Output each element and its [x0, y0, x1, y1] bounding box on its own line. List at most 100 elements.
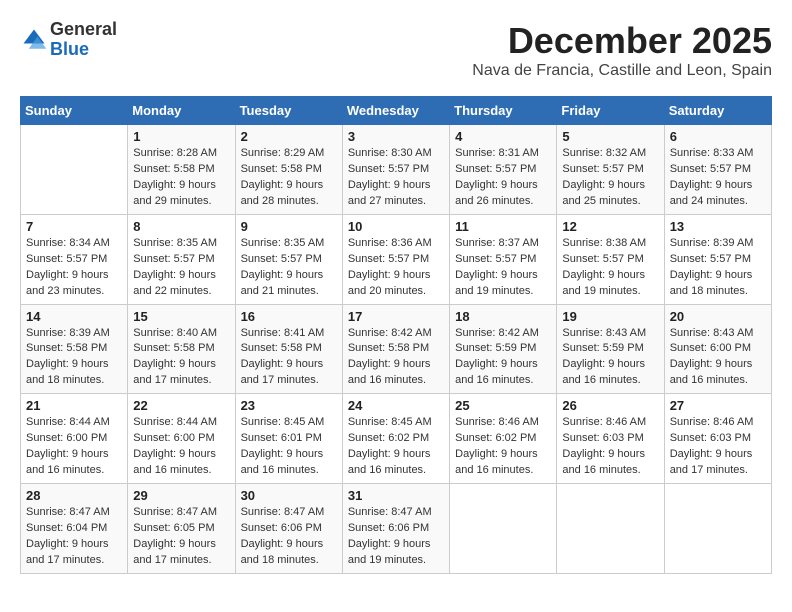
day-cell: 31Sunrise: 8:47 AMSunset: 6:06 PMDayligh… — [342, 484, 449, 574]
day-cell: 7Sunrise: 8:34 AMSunset: 5:57 PMDaylight… — [21, 214, 128, 304]
day-number: 22 — [133, 398, 229, 413]
week-row-2: 7Sunrise: 8:34 AMSunset: 5:57 PMDaylight… — [21, 214, 772, 304]
day-info: Sunrise: 8:43 AMSunset: 5:59 PMDaylight:… — [562, 326, 658, 390]
day-info: Sunrise: 8:39 AMSunset: 5:57 PMDaylight:… — [670, 236, 766, 300]
day-number: 28 — [26, 488, 122, 503]
header-tuesday: Tuesday — [235, 97, 342, 125]
day-number: 25 — [455, 398, 551, 413]
day-number: 15 — [133, 309, 229, 324]
day-cell: 8 Sunrise: 8:35 AMSunset: 5:57 PMDaylight… — [128, 214, 235, 304]
day-info: Sunrise: 8:44 AMSunset: 6:00 PMDaylight:… — [26, 415, 122, 479]
day-number: 26 — [562, 398, 658, 413]
day-number: 4 — [455, 129, 551, 144]
day-number: 12 — [562, 219, 658, 234]
day-cell: 20 Sunrise: 8:43 AMSunset: 6:00 PMDayligh… — [664, 304, 771, 394]
day-info: Sunrise: 8:45 AMSunset: 6:01 PMDaylight:… — [241, 415, 337, 479]
day-number: 20 — [670, 309, 766, 324]
day-cell: 16 Sunrise: 8:41 AMSunset: 5:58 PMDayligh… — [235, 304, 342, 394]
day-number: 27 — [670, 398, 766, 413]
day-number: 21 — [26, 398, 122, 413]
day-cell: 14Sunrise: 8:39 AMSunset: 5:58 PMDayligh… — [21, 304, 128, 394]
day-number: 7 — [26, 219, 122, 234]
day-info: Sunrise: 8:37 AMSunset: 5:57 PMDaylight:… — [455, 236, 551, 300]
day-info: Sunrise: 8:39 AMSunset: 5:58 PMDaylight:… — [26, 326, 122, 390]
day-info: Sunrise: 8:38 AMSunset: 5:57 PMDaylight:… — [562, 236, 658, 300]
day-number: 13 — [670, 219, 766, 234]
day-cell: 21 Sunrise: 8:44 AMSunset: 6:00 PMDayligh… — [21, 394, 128, 484]
week-row-1: 1 Sunrise: 8:28 AMSunset: 5:58 PMDaylight… — [21, 125, 772, 215]
day-cell — [21, 125, 128, 215]
day-cell: 10Sunrise: 8:36 AMSunset: 5:57 PMDayligh… — [342, 214, 449, 304]
day-number: 18 — [455, 309, 551, 324]
calendar-header-row: SundayMondayTuesdayWednesdayThursdayFrid… — [21, 97, 772, 125]
day-cell: 4 Sunrise: 8:31 AMSunset: 5:57 PMDaylight… — [450, 125, 557, 215]
day-cell: 25Sunrise: 8:46 AMSunset: 6:02 PMDayligh… — [450, 394, 557, 484]
day-cell: 26 Sunrise: 8:46 AMSunset: 6:03 PMDayligh… — [557, 394, 664, 484]
day-cell: 12 Sunrise: 8:38 AMSunset: 5:57 PMDayligh… — [557, 214, 664, 304]
day-number: 9 — [241, 219, 337, 234]
logo-general-text: General — [50, 19, 117, 39]
day-number: 29 — [133, 488, 229, 503]
day-cell — [557, 484, 664, 574]
week-row-3: 14Sunrise: 8:39 AMSunset: 5:58 PMDayligh… — [21, 304, 772, 394]
day-number: 2 — [241, 129, 337, 144]
day-cell: 9 Sunrise: 8:35 AMSunset: 5:57 PMDaylight… — [235, 214, 342, 304]
day-cell: 30 Sunrise: 8:47 AMSunset: 6:06 PMDayligh… — [235, 484, 342, 574]
day-info: Sunrise: 8:30 AMSunset: 5:57 PMDaylight:… — [348, 146, 444, 210]
header-thursday: Thursday — [450, 97, 557, 125]
day-cell — [450, 484, 557, 574]
day-cell: 28 Sunrise: 8:47 AMSunset: 6:04 PMDayligh… — [21, 484, 128, 574]
day-info: Sunrise: 8:31 AMSunset: 5:57 PMDaylight:… — [455, 146, 551, 210]
day-cell: 17Sunrise: 8:42 AMSunset: 5:58 PMDayligh… — [342, 304, 449, 394]
day-info: Sunrise: 8:40 AMSunset: 5:58 PMDaylight:… — [133, 326, 229, 390]
day-number: 31 — [348, 488, 444, 503]
day-cell: 3 Sunrise: 8:30 AMSunset: 5:57 PMDaylight… — [342, 125, 449, 215]
day-cell: 6Sunrise: 8:33 AMSunset: 5:57 PMDaylight… — [664, 125, 771, 215]
day-number: 8 — [133, 219, 229, 234]
day-cell — [664, 484, 771, 574]
day-info: Sunrise: 8:36 AMSunset: 5:57 PMDaylight:… — [348, 236, 444, 300]
day-info: Sunrise: 8:46 AMSunset: 6:03 PMDaylight:… — [670, 415, 766, 479]
day-info: Sunrise: 8:35 AMSunset: 5:57 PMDaylight:… — [133, 236, 229, 300]
day-cell: 13 Sunrise: 8:39 AMSunset: 5:57 PMDayligh… — [664, 214, 771, 304]
logo: General Blue — [20, 20, 117, 60]
header-sunday: Sunday — [21, 97, 128, 125]
day-info: Sunrise: 8:43 AMSunset: 6:00 PMDaylight:… — [670, 326, 766, 390]
day-cell: 2 Sunrise: 8:29 AMSunset: 5:58 PMDaylight… — [235, 125, 342, 215]
day-info: Sunrise: 8:35 AMSunset: 5:57 PMDaylight:… — [241, 236, 337, 300]
header-saturday: Saturday — [664, 97, 771, 125]
day-info: Sunrise: 8:45 AMSunset: 6:02 PMDaylight:… — [348, 415, 444, 479]
day-number: 3 — [348, 129, 444, 144]
day-number: 1 — [133, 129, 229, 144]
day-cell: 1 Sunrise: 8:28 AMSunset: 5:58 PMDaylight… — [128, 125, 235, 215]
day-number: 24 — [348, 398, 444, 413]
day-number: 16 — [241, 309, 337, 324]
week-row-4: 21 Sunrise: 8:44 AMSunset: 6:00 PMDayligh… — [21, 394, 772, 484]
header-monday: Monday — [128, 97, 235, 125]
day-cell: 18 Sunrise: 8:42 AMSunset: 5:59 PMDayligh… — [450, 304, 557, 394]
day-info: Sunrise: 8:44 AMSunset: 6:00 PMDaylight:… — [133, 415, 229, 479]
week-row-5: 28 Sunrise: 8:47 AMSunset: 6:04 PMDayligh… — [21, 484, 772, 574]
header-friday: Friday — [557, 97, 664, 125]
day-cell: 24 Sunrise: 8:45 AMSunset: 6:02 PMDayligh… — [342, 394, 449, 484]
day-cell: 23Sunrise: 8:45 AMSunset: 6:01 PMDayligh… — [235, 394, 342, 484]
day-info: Sunrise: 8:42 AMSunset: 5:59 PMDaylight:… — [455, 326, 551, 390]
day-info: Sunrise: 8:47 AMSunset: 6:04 PMDaylight:… — [26, 505, 122, 569]
logo-icon — [20, 26, 48, 54]
day-number: 30 — [241, 488, 337, 503]
page-header: General Blue December 2025 Nava de Franc… — [20, 20, 772, 90]
day-cell: 11 Sunrise: 8:37 AMSunset: 5:57 PMDayligh… — [450, 214, 557, 304]
day-info: Sunrise: 8:41 AMSunset: 5:58 PMDaylight:… — [241, 326, 337, 390]
day-cell: 15 Sunrise: 8:40 AMSunset: 5:58 PMDayligh… — [128, 304, 235, 394]
day-info: Sunrise: 8:47 AMSunset: 6:05 PMDaylight:… — [133, 505, 229, 569]
day-info: Sunrise: 8:28 AMSunset: 5:58 PMDaylight:… — [133, 146, 229, 210]
day-number: 11 — [455, 219, 551, 234]
calendar-subtitle: Nava de Francia, Castille and Leon, Spai… — [472, 62, 772, 80]
header-wednesday: Wednesday — [342, 97, 449, 125]
day-info: Sunrise: 8:29 AMSunset: 5:58 PMDaylight:… — [241, 146, 337, 210]
day-info: Sunrise: 8:33 AMSunset: 5:57 PMDaylight:… — [670, 146, 766, 210]
day-info: Sunrise: 8:47 AMSunset: 6:06 PMDaylight:… — [241, 505, 337, 569]
day-number: 17 — [348, 309, 444, 324]
day-info: Sunrise: 8:46 AMSunset: 6:03 PMDaylight:… — [562, 415, 658, 479]
logo-blue-text: Blue — [50, 39, 89, 59]
